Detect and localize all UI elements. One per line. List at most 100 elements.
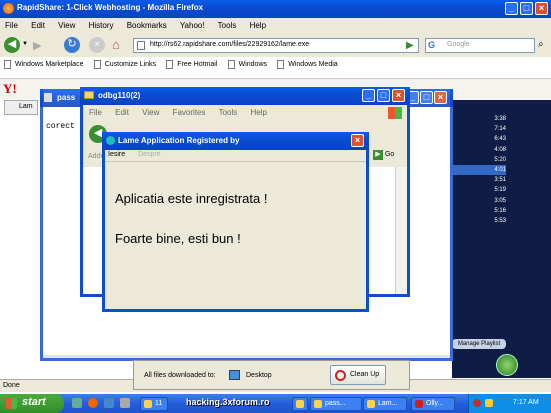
minimize-button[interactable]: _ xyxy=(505,2,518,15)
reload-icon[interactable]: ↻ xyxy=(64,37,80,53)
quicklaunch-icon[interactable] xyxy=(88,398,98,408)
quicklaunch-icon[interactable] xyxy=(120,398,130,408)
track-time[interactable]: 5:20 xyxy=(452,155,506,165)
odbg-scrollbar[interactable] xyxy=(395,167,407,294)
taskbar-item[interactable]: pass... xyxy=(310,397,362,411)
play-button[interactable] xyxy=(496,354,518,376)
track-time[interactable]: 4:08 xyxy=(452,145,506,155)
search-placeholder: Google xyxy=(447,41,470,48)
maximize-button[interactable]: □ xyxy=(520,2,533,15)
go-icon[interactable]: ▶ xyxy=(406,40,414,51)
clean-up-button[interactable]: Clean Up xyxy=(330,365,386,385)
menu-help[interactable]: Help xyxy=(250,21,266,30)
odbg-menu-help[interactable]: Help xyxy=(251,108,267,117)
track-time[interactable]: 5:19 xyxy=(452,185,506,195)
bookmark-windows-media[interactable]: Windows Media xyxy=(277,60,338,69)
page-icon xyxy=(137,41,145,50)
menu-tools[interactable]: Tools xyxy=(218,21,237,30)
odbg-menu-edit[interactable]: Edit xyxy=(115,108,129,117)
track-time[interactable]: 7:14 xyxy=(452,124,506,134)
menu-edit[interactable]: Edit xyxy=(31,21,45,30)
odbg-close-button[interactable]: × xyxy=(392,89,405,102)
yahoo-logo[interactable]: Y! xyxy=(3,81,17,97)
menu-despre[interactable]: Despre xyxy=(138,151,161,158)
track-time[interactable]: 5:16 xyxy=(452,206,506,216)
track-time-selected[interactable]: 4:01 xyxy=(452,165,506,176)
url-bar[interactable]: http://rs62.rapidshare.com/files/2292916… xyxy=(133,38,419,53)
odbg-menu-tools[interactable]: Tools xyxy=(219,108,238,117)
start-button[interactable]: start xyxy=(0,394,64,413)
search-magnifier-icon[interactable]: ⌕ xyxy=(538,39,544,50)
bookmarks-bar: Windows Marketplace Customize Links Free… xyxy=(4,60,549,76)
task-icon xyxy=(314,400,322,408)
back-button[interactable]: ◀ xyxy=(4,37,20,53)
pass-icon xyxy=(44,93,52,102)
back-dropdown-icon[interactable]: ▼ xyxy=(22,41,28,47)
lame-dialog: Lame Application Registered by × Iesire … xyxy=(102,132,369,312)
dialog-close-button[interactable]: × xyxy=(351,134,364,147)
odbg-title: odbg110(2) xyxy=(98,91,141,100)
dialog-message-1: Aplicatia este inregistrata ! xyxy=(115,191,268,206)
track-time[interactable]: 3:05 xyxy=(452,196,506,206)
windows-flag-icon xyxy=(388,107,402,119)
odbg-menubar: File Edit View Favorites Tools Help xyxy=(83,106,407,119)
watermark: hacking.3xforum.ro xyxy=(186,397,270,407)
bookmark-windows[interactable]: Windows xyxy=(227,60,267,69)
menu-bookmarks[interactable]: Bookmarks xyxy=(127,21,167,30)
odbg-maximize-button[interactable]: □ xyxy=(377,89,390,102)
home-icon[interactable]: ⌂ xyxy=(112,37,120,52)
downloads-panel: All files downloaded to: Desktop Clean U… xyxy=(133,360,410,390)
stop-icon[interactable]: × xyxy=(89,37,105,53)
folder-icon xyxy=(84,91,94,99)
app-icon xyxy=(106,136,115,145)
quicklaunch-icon[interactable] xyxy=(104,398,114,408)
task-icon xyxy=(415,400,423,408)
desktop-icon xyxy=(229,370,240,380)
menu-view[interactable]: View xyxy=(58,21,75,30)
firefox-title: RapidShare: 1-Click Webhosting - Mozilla… xyxy=(17,3,204,12)
track-time[interactable]: 3:51 xyxy=(452,175,506,185)
clean-up-icon xyxy=(335,370,346,381)
start-label: start xyxy=(22,396,46,408)
pass-close-button[interactable]: × xyxy=(434,91,447,104)
system-tray: 7:17 AM xyxy=(468,394,551,413)
menu-iesire[interactable]: Iesire xyxy=(108,151,125,158)
firefox-logo-icon xyxy=(3,3,14,14)
track-time[interactable]: 6:43 xyxy=(452,134,506,144)
bookmark-free-hotmail[interactable]: Free Hotmail xyxy=(166,60,217,69)
firefox-titlebar: RapidShare: 1-Click Webhosting - Mozilla… xyxy=(0,0,551,18)
menu-yahoo[interactable]: Yahoo! xyxy=(180,21,205,30)
taskbar-item[interactable]: Olly... xyxy=(411,397,455,411)
menu-file[interactable]: File xyxy=(5,21,18,30)
bookmark-windows-marketplace[interactable]: Windows Marketplace xyxy=(4,60,83,69)
downloads-label: All files downloaded to: xyxy=(144,372,216,379)
dialog-menubar: Iesire Despre xyxy=(105,150,366,162)
quicklaunch-icon[interactable] xyxy=(72,398,82,408)
odbg-titlebar: odbg110(2) _ □ × xyxy=(80,87,410,105)
close-button[interactable]: × xyxy=(535,2,548,15)
odbg-menu-view[interactable]: View xyxy=(142,108,159,117)
go-arrow-icon: ▶ xyxy=(373,150,383,160)
tray-icon[interactable] xyxy=(473,399,481,407)
bookmark-customize-links[interactable]: Customize Links xyxy=(93,60,156,69)
pass-title: pass xyxy=(57,93,76,102)
odbg-minimize-button[interactable]: _ xyxy=(362,89,375,102)
odbg-menu-file[interactable]: File xyxy=(89,108,102,117)
search-box[interactable]: G Google xyxy=(425,38,535,53)
downloads-folder[interactable]: Desktop xyxy=(246,372,272,379)
clock: 7:17 AM xyxy=(513,399,539,406)
google-icon[interactable]: G xyxy=(428,40,435,50)
odbg-go-button[interactable]: ▶ Go xyxy=(373,150,394,160)
taskbar-item[interactable]: 11 xyxy=(140,397,168,411)
pass-maximize-button[interactable]: □ xyxy=(420,91,433,104)
taskbar-item[interactable] xyxy=(292,397,308,411)
track-time[interactable]: 5:53 xyxy=(452,216,506,226)
manage-playlist-button[interactable]: Manage Playlist xyxy=(452,339,506,349)
yahoo-tab[interactable]: Lam xyxy=(4,100,38,115)
tray-icon[interactable] xyxy=(485,399,493,407)
taskbar-item[interactable]: Lam... xyxy=(363,397,407,411)
menu-history[interactable]: History xyxy=(89,21,114,30)
odbg-menu-favorites[interactable]: Favorites xyxy=(173,108,206,117)
forward-button[interactable]: ▶ xyxy=(33,39,47,52)
track-time[interactable]: 3:38 xyxy=(452,114,506,124)
